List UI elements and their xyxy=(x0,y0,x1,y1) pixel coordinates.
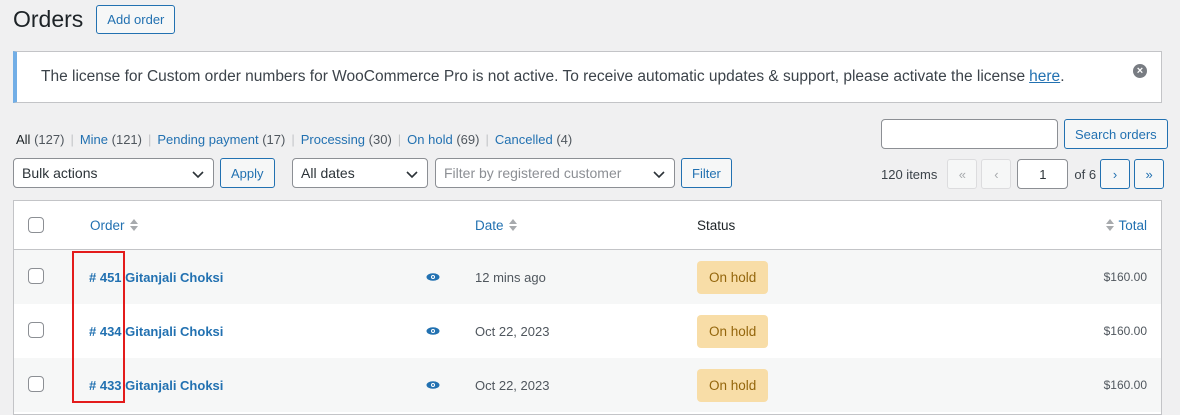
view-pending-payment[interactable]: Pending payment (17) xyxy=(157,132,285,147)
page-title: Orders xyxy=(13,5,84,32)
status-badge: On hold xyxy=(697,368,769,402)
close-circle-icon[interactable]: × xyxy=(1133,64,1147,78)
sort-arrows-icon xyxy=(508,219,517,231)
column-status: Status xyxy=(697,201,735,249)
order-total: $160.00 xyxy=(1103,378,1147,392)
view-separator: | xyxy=(485,132,489,147)
row-checkbox[interactable] xyxy=(28,376,44,392)
orders-table: Order Date Status Total # 451 Gitanjali … xyxy=(13,200,1162,415)
prev-page-button: ‹ xyxy=(981,159,1012,189)
row-checkbox[interactable] xyxy=(28,322,44,338)
page-heading: Orders Add order xyxy=(13,4,176,34)
search-box: Search orders xyxy=(881,119,1168,149)
row-checkbox[interactable] xyxy=(28,268,44,284)
customer-filter-select[interactable]: Filter by registered customer xyxy=(435,158,675,188)
view-separator: | xyxy=(148,132,152,147)
filter-button[interactable]: Filter xyxy=(681,158,732,188)
items-count: 120 items xyxy=(881,166,938,182)
column-date-label: Date xyxy=(475,217,504,233)
eye-icon[interactable] xyxy=(426,325,440,337)
chevron-down-icon xyxy=(653,171,665,179)
customer-filter-placeholder: Filter by registered customer xyxy=(444,165,622,181)
notice-text: The license for Custom order numbers for… xyxy=(41,68,1026,85)
sort-arrows-icon xyxy=(129,219,138,231)
dates-value: All dates xyxy=(301,165,355,181)
view-mine[interactable]: Mine (121) xyxy=(80,132,142,147)
table-row[interactable]: # 433 Gitanjali Choksi Oct 22, 2023 On h… xyxy=(14,358,1161,412)
total-pages: of 6 xyxy=(1074,166,1097,182)
table-row[interactable]: # 434 Gitanjali Choksi Oct 22, 2023 On h… xyxy=(14,304,1161,358)
column-total-label: Total xyxy=(1118,217,1147,233)
notice-period: . xyxy=(1060,68,1065,85)
view-separator: | xyxy=(70,132,74,147)
view-cancelled[interactable]: Cancelled (4) xyxy=(495,132,572,147)
eye-icon[interactable] xyxy=(426,379,440,391)
dates-select[interactable]: All dates xyxy=(292,158,428,188)
search-input[interactable] xyxy=(881,119,1058,149)
order-status-views: All (127) | Mine (121) | Pending payment… xyxy=(16,132,572,147)
next-page-button[interactable]: › xyxy=(1100,159,1131,189)
column-date[interactable]: Date xyxy=(475,201,518,249)
status-badge: On hold xyxy=(697,260,769,294)
last-page-button[interactable]: » xyxy=(1134,159,1165,189)
table-row[interactable]: # 451 Gitanjali Choksi 12 mins ago On ho… xyxy=(14,250,1161,304)
order-date: Oct 22, 2023 xyxy=(475,377,550,393)
view-all[interactable]: All (127) xyxy=(16,132,64,147)
column-status-label: Status xyxy=(697,217,736,233)
sort-arrows-icon xyxy=(1106,219,1115,231)
status-badge: On hold xyxy=(697,314,769,348)
current-page-input[interactable]: 1 xyxy=(1017,159,1069,189)
bulk-actions-select[interactable]: Bulk actions xyxy=(13,158,214,188)
column-total[interactable]: Total xyxy=(1105,201,1147,249)
column-order[interactable]: Order xyxy=(90,201,139,249)
search-orders-button[interactable]: Search orders xyxy=(1064,119,1168,149)
add-order-button[interactable]: Add order xyxy=(96,4,176,34)
view-on-hold[interactable]: On hold (69) xyxy=(407,132,479,147)
select-all-checkbox[interactable] xyxy=(28,217,44,233)
order-date: 12 mins ago xyxy=(475,269,546,285)
apply-button[interactable]: Apply xyxy=(220,158,275,188)
notice-link[interactable]: here xyxy=(1029,68,1060,86)
chevron-down-icon xyxy=(406,171,418,179)
highlight-box xyxy=(72,251,125,403)
view-separator: | xyxy=(291,132,295,147)
order-total: $160.00 xyxy=(1103,324,1147,338)
first-page-button: « xyxy=(947,159,978,189)
view-processing[interactable]: Processing (30) xyxy=(301,132,392,147)
column-order-label: Order xyxy=(90,217,125,233)
license-notice: The license for Custom order numbers for… xyxy=(13,51,1162,103)
chevron-down-icon xyxy=(192,171,204,179)
table-header: Order Date Status Total xyxy=(14,201,1161,250)
order-date: Oct 22, 2023 xyxy=(475,323,550,339)
pagination: 120 items « ‹ 1 of 6 › » xyxy=(881,159,1168,189)
order-total: $160.00 xyxy=(1103,270,1147,284)
bulk-actions-value: Bulk actions xyxy=(22,165,98,181)
eye-icon[interactable] xyxy=(426,271,440,283)
view-separator: | xyxy=(397,132,402,147)
